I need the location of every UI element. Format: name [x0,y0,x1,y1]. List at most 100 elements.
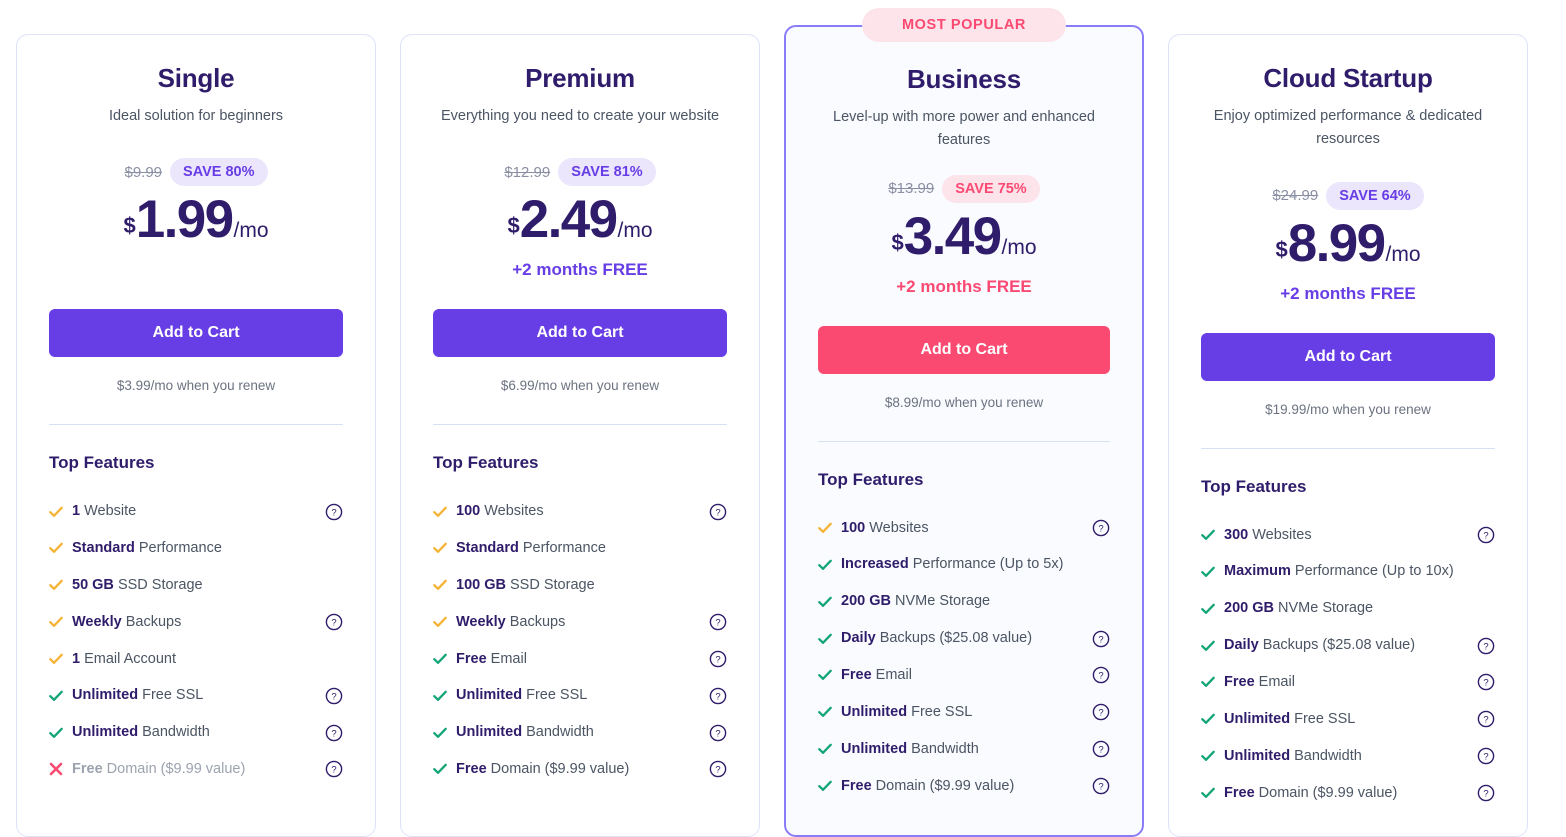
features-list: 100 Websites? Increased Performance (Up t… [818,510,1110,805]
section-divider [1201,447,1495,449]
help-icon[interactable]: ? [1092,666,1110,684]
svg-text:?: ? [1483,531,1488,542]
check-yellow-icon [49,542,63,554]
feature-item: Free Domain ($9.99 value)? [433,751,727,788]
feature-rest: Free SSL [907,703,973,720]
help-icon[interactable]: ? [1092,630,1110,648]
help-icon[interactable]: ? [709,724,727,742]
original-price: $9.99 [124,163,163,181]
feature-rest: SSD Storage [505,576,595,593]
add-to-cart-button[interactable]: Add to Cart [818,325,1110,374]
check-yellow-icon [818,522,832,534]
plan-description: Everything you need to create your websi… [440,108,720,124]
help-icon[interactable]: ? [709,613,727,631]
feature-text: Free Email [456,650,700,669]
renewal-price-note: $19.99/mo when you renew [1265,401,1431,417]
help-icon[interactable]: ? [1477,673,1495,691]
feature-text: Free Domain ($9.99 value) [841,777,1083,796]
feature-item: 1 Website? [49,493,343,530]
help-icon[interactable]: ? [325,613,343,631]
help-icon[interactable]: ? [325,760,343,778]
feature-item: Increased Performance (Up to 5x)? [818,546,1110,583]
features-list: 1 Website?Standard Performance?50 GB SSD… [49,493,343,788]
help-icon[interactable]: ? [709,687,727,705]
svg-text:?: ? [1098,745,1103,756]
feature-item: 200 GB NVMe Storage? [818,583,1110,620]
help-icon[interactable]: ? [325,724,343,742]
svg-text:?: ? [715,691,720,702]
feature-highlight: Daily [841,630,876,647]
feature-highlight: Free [456,650,487,667]
savings-badge: SAVE 80% [170,158,268,187]
feature-text: Unlimited Bandwidth [841,740,1083,759]
help-icon[interactable]: ? [1477,637,1495,655]
svg-text:?: ? [1098,524,1103,535]
feature-highlight: Free [841,666,872,683]
check-green-icon [1201,676,1215,688]
bonus-months-label: +2 months FREE [1280,283,1416,303]
feature-highlight: Unlimited [1224,710,1291,727]
feature-text: Unlimited Bandwidth [1224,747,1468,766]
help-icon[interactable]: ? [709,760,727,778]
bonus-months-label: +2 months FREE [896,276,1032,296]
feature-highlight: Free [1224,673,1255,690]
help-icon[interactable]: ? [325,503,343,521]
features-list: 300 Websites? Maximum Performance (Up to … [1201,517,1495,812]
feature-text: 200 GB NVMe Storage [841,592,1083,611]
feature-rest: Backups ($25.08 value) [1258,637,1416,654]
price-period: /mo [233,219,269,243]
feature-rest: Websites [1248,526,1312,543]
check-green-icon [1201,640,1215,652]
help-icon[interactable]: ? [1092,519,1110,537]
feature-rest: Email Account [80,650,176,667]
feature-item: Maximum Performance (Up to 10x)? [1201,553,1495,590]
svg-text:?: ? [1483,641,1488,652]
feature-item: Free Domain ($9.99 value)? [1201,775,1495,812]
add-to-cart-button[interactable]: Add to Cart [49,309,343,358]
check-green-icon [818,596,832,608]
feature-item: Daily Backups ($25.08 value)? [1201,627,1495,664]
help-icon[interactable]: ? [1477,526,1495,544]
feature-rest: NVMe Storage [890,593,991,610]
svg-text:?: ? [331,728,336,739]
plan-description: Level-up with more power and enhanced fe… [833,109,1095,149]
savings-badge: SAVE 81% [558,158,656,187]
check-yellow-icon [433,542,447,554]
feature-item: Unlimited Free SSL? [433,677,727,714]
svg-text:?: ? [1483,789,1488,800]
section-divider [818,440,1110,442]
svg-text:?: ? [331,507,336,518]
check-green-icon [1201,566,1215,578]
help-icon[interactable]: ? [1477,747,1495,765]
feature-rest: Free SSL [138,687,204,704]
feature-item: Free Domain ($9.99 value)? [818,768,1110,805]
svg-text:?: ? [715,765,720,776]
help-icon[interactable]: ? [325,687,343,705]
svg-text:?: ? [331,765,336,776]
feature-rest: Email [871,666,912,683]
help-icon[interactable]: ? [1092,740,1110,758]
feature-rest: Performance (Up to 5x) [908,556,1064,573]
feature-text: 100 Websites [456,502,700,521]
help-icon[interactable]: ? [1092,777,1110,795]
check-green-icon [1201,529,1215,541]
price-meta: $13.99 SAVE 75% [818,174,1110,203]
add-to-cart-button[interactable]: Add to Cart [1201,332,1495,381]
help-icon[interactable]: ? [709,650,727,668]
feature-highlight: 200 GB [1224,600,1274,617]
feature-rest: Domain ($9.99 value) [486,761,630,778]
feature-rest: SSD Storage [113,576,203,593]
help-icon[interactable]: ? [1477,784,1495,802]
feature-text: Unlimited Bandwidth [72,723,316,742]
help-icon[interactable]: ? [709,503,727,521]
feature-highlight: Weekly [456,613,506,630]
plan-card-premium: Premium Everything you need to create you… [400,34,760,837]
feature-item: 200 GB NVMe Storage? [1201,590,1495,627]
feature-item: 1 Email Account? [49,641,343,678]
check-green-icon [49,727,63,739]
add-to-cart-button[interactable]: Add to Cart [433,309,727,358]
help-icon[interactable]: ? [1092,703,1110,721]
feature-item: Free Domain ($9.99 value)? [49,751,343,788]
help-icon[interactable]: ? [1477,710,1495,728]
plan-card-cloud-startup: Cloud Startup Enjoy optimized performance… [1168,34,1528,837]
